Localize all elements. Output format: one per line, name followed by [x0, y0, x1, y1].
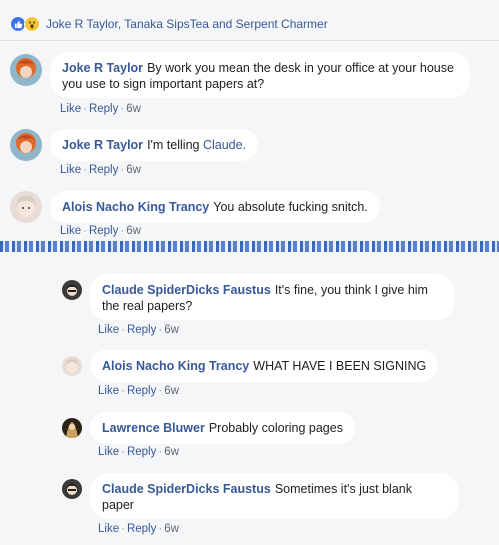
- reply-link[interactable]: Reply: [89, 164, 118, 176]
- comment-bubble: Joke R Taylor By work you mean the desk i…: [50, 52, 470, 98]
- timestamp[interactable]: 6w: [164, 446, 179, 458]
- separator: ·: [158, 523, 163, 535]
- reply-actions: Like · Reply · 6w: [98, 523, 179, 535]
- comment-bubble: Joke R Taylor I'm telling Claude.: [50, 129, 259, 161]
- reply-actions: Like · Reply · 6w: [98, 385, 179, 397]
- separator: ·: [121, 385, 125, 397]
- like-link[interactable]: Like: [60, 164, 81, 176]
- comment-actions: Like · Reply · 6w: [60, 164, 141, 176]
- comment-actions: Like · Reply · 6w: [60, 225, 141, 237]
- separator: ·: [83, 103, 87, 115]
- avatar[interactable]: [10, 54, 42, 86]
- avatar[interactable]: [62, 280, 82, 300]
- timestamp[interactable]: 6w: [164, 523, 179, 535]
- reply-link[interactable]: Reply: [127, 446, 156, 458]
- separator: ·: [158, 324, 163, 336]
- wow-reaction-icon: [24, 16, 40, 32]
- screenshot-seam-mask: [0, 252, 499, 255]
- reply-link[interactable]: Reply: [127, 324, 156, 336]
- reply-author[interactable]: Claude SpiderDicks Faustus: [102, 283, 271, 297]
- timestamp[interactable]: 6w: [126, 225, 141, 237]
- separator: ·: [120, 164, 125, 176]
- like-link[interactable]: Like: [98, 523, 119, 535]
- separator: ·: [83, 164, 87, 176]
- reply-bubble: Lawrence Bluwer Probably coloring pages: [90, 412, 355, 444]
- reaction-names[interactable]: Joke R Taylor, Tanaka SipsTea and Serpen…: [46, 17, 328, 31]
- reply-author[interactable]: Alois Nacho King Trancy: [102, 359, 249, 373]
- divider: [0, 40, 499, 41]
- reply-bubble: Claude SpiderDicks Faustus Sometimes it's…: [90, 473, 458, 519]
- reaction-icons: [10, 16, 40, 32]
- avatar[interactable]: [62, 418, 82, 438]
- comment-actions: Like · Reply · 6w: [60, 103, 141, 115]
- separator: ·: [83, 225, 87, 237]
- avatar[interactable]: [62, 479, 82, 499]
- reply-link[interactable]: Reply: [127, 385, 156, 397]
- reply-author[interactable]: Claude SpiderDicks Faustus: [102, 482, 271, 496]
- avatar[interactable]: [62, 356, 82, 376]
- like-link[interactable]: Like: [98, 324, 119, 336]
- separator: ·: [120, 225, 125, 237]
- like-link[interactable]: Like: [98, 385, 119, 397]
- reply-actions: Like · Reply · 6w: [98, 324, 179, 336]
- reply-bubble: Claude SpiderDicks Faustus It's fine, you…: [90, 274, 454, 320]
- separator: ·: [158, 446, 163, 458]
- separator: ·: [121, 446, 125, 458]
- timestamp[interactable]: 6w: [164, 385, 179, 397]
- timestamp[interactable]: 6w: [164, 324, 179, 336]
- mention-link[interactable]: Claude.: [203, 138, 246, 152]
- like-link[interactable]: Like: [60, 225, 81, 237]
- like-link[interactable]: Like: [60, 103, 81, 115]
- reply-link[interactable]: Reply: [89, 103, 118, 115]
- reply: Lawrence Bluwer Probably coloring pages: [62, 412, 355, 444]
- comment-author[interactable]: Joke R Taylor: [62, 61, 143, 75]
- avatar[interactable]: [10, 191, 42, 223]
- reply-author[interactable]: Lawrence Bluwer: [102, 421, 205, 435]
- reply: Claude SpiderDicks Faustus Sometimes it's…: [62, 473, 458, 519]
- separator: ·: [121, 324, 125, 336]
- reply-actions: Like · Reply · 6w: [98, 446, 179, 458]
- separator: ·: [121, 523, 125, 535]
- comment-bubble: Alois Nacho King Trancy You absolute fuck…: [50, 191, 380, 223]
- comment-text: I'm telling: [147, 138, 203, 152]
- reply: Alois Nacho King Trancy WHAT HAVE I BEEN …: [62, 350, 439, 382]
- like-link[interactable]: Like: [98, 446, 119, 458]
- reply-bubble: Alois Nacho King Trancy WHAT HAVE I BEEN …: [90, 350, 439, 382]
- reply-text: WHAT HAVE I BEEN SIGNING: [253, 359, 427, 373]
- comment: Alois Nacho King Trancy You absolute fuck…: [10, 191, 380, 223]
- separator: ·: [158, 385, 163, 397]
- comment-author[interactable]: Joke R Taylor: [62, 138, 143, 152]
- reply-link[interactable]: Reply: [127, 523, 156, 535]
- timestamp[interactable]: 6w: [126, 103, 141, 115]
- comment-text: You absolute fucking snitch.: [213, 200, 368, 214]
- avatar[interactable]: [10, 129, 42, 161]
- separator: ·: [120, 103, 125, 115]
- reply-text: Probably coloring pages: [208, 421, 343, 435]
- reply-link[interactable]: Reply: [89, 225, 118, 237]
- comment: Joke R Taylor By work you mean the desk i…: [10, 52, 470, 98]
- comment-author[interactable]: Alois Nacho King Trancy: [62, 200, 209, 214]
- comment: Joke R Taylor I'm telling Claude.: [10, 129, 259, 161]
- reply: Claude SpiderDicks Faustus It's fine, you…: [62, 274, 454, 320]
- timestamp[interactable]: 6w: [126, 164, 141, 176]
